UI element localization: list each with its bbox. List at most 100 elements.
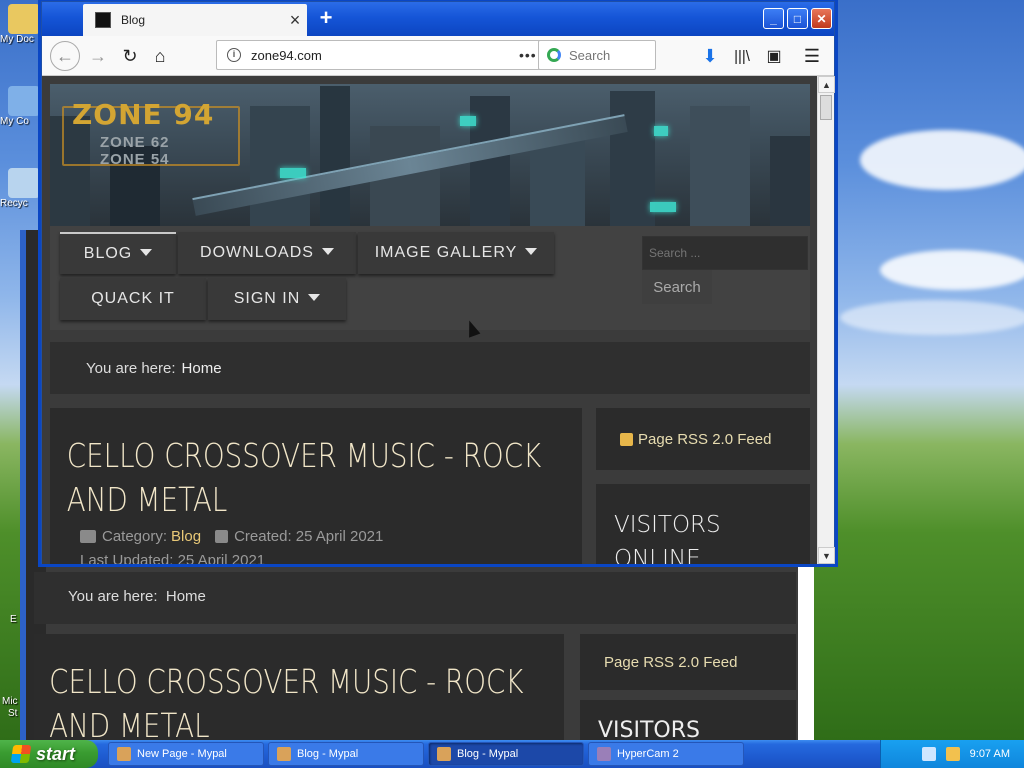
scroll-down-icon[interactable]: ▼ (818, 547, 835, 564)
article-title[interactable]: CELLO CROSSOVER MUSIC - ROCK AND METAL (50, 408, 571, 522)
chevron-down-icon (140, 249, 153, 256)
breadcrumb-home-link[interactable]: Home (182, 360, 222, 377)
desktop-icon-my-computer[interactable]: My Co (0, 86, 46, 127)
close-tab-icon[interactable]: × (283, 10, 307, 31)
rss-icon (620, 432, 633, 446)
category-label: Category: (102, 528, 168, 545)
keyboard-icon[interactable] (921, 747, 936, 761)
arrow-right-icon: → (89, 45, 107, 66)
title-bar[interactable]: Blog × + _ □ ✕ (42, 2, 834, 36)
library-icon: |||\ (734, 47, 750, 65)
site-logo-sub: ZONE 62 ZONE 54 (100, 134, 170, 168)
maximize-button[interactable]: □ (787, 8, 808, 29)
network-icon[interactable] (945, 747, 960, 761)
folder-icon (80, 530, 96, 543)
breadcrumb-home-link[interactable]: Home (166, 588, 206, 605)
neon-sign (654, 126, 668, 136)
article-meta: Category: Blog Created: 25 April 2021 (80, 528, 383, 545)
chevron-down-icon (308, 294, 321, 301)
cloud (880, 250, 1024, 290)
calendar-icon (215, 530, 229, 543)
taskbar-item[interactable]: HyperCam 2 (588, 742, 744, 766)
close-window-button[interactable]: ✕ (811, 8, 832, 29)
browser-window[interactable]: Blog × + _ □ ✕ ← → ↻ ⌂ i zone94.com ••• … (41, 1, 835, 564)
recycle-bin-icon (8, 168, 40, 198)
folder-icon (8, 4, 40, 34)
nav-image-gallery[interactable]: IMAGE GALLERY (358, 232, 554, 274)
category-link[interactable]: Blog (171, 528, 201, 545)
cloud (860, 130, 1024, 190)
nav-blog[interactable]: BLOG (60, 232, 176, 274)
start-button[interactable]: start (0, 740, 98, 768)
rss-link[interactable]: Page RSS 2.0 Feed (638, 431, 771, 448)
site-info-icon[interactable]: i (227, 48, 241, 62)
rss-link[interactable]: Page RSS 2.0 Feed (604, 654, 737, 671)
neon-sign (280, 168, 306, 178)
breadcrumb: You are here: Home (50, 342, 810, 394)
clock[interactable]: 9:07 AM (970, 748, 1010, 760)
forward-button[interactable]: → (84, 42, 112, 70)
nav-toolbar: ← → ↻ ⌂ i zone94.com ••• ☆ ⬇ |||\ ▣ ☰ (42, 36, 834, 76)
menu-button[interactable]: ☰ (798, 42, 826, 70)
sidebar-icon: ▣ (766, 48, 782, 65)
arrow-left-icon: ← (56, 45, 74, 66)
desktop-icon-label: Recyc (0, 198, 28, 209)
nav-sign-in[interactable]: SIGN IN (208, 278, 346, 320)
search-engine-icon (547, 48, 561, 62)
vertical-scrollbar[interactable]: ▲ ▼ (817, 76, 835, 564)
maximize-icon: □ (793, 11, 802, 26)
rss-box[interactable]: Page RSS 2.0 Feed (580, 634, 796, 690)
taskbar-item-active[interactable]: Blog - Mypal (428, 742, 584, 766)
back-button[interactable]: ← (50, 41, 80, 71)
scroll-up-icon[interactable]: ▲ (818, 76, 835, 93)
search-bar[interactable] (538, 40, 656, 70)
desktop-icon-recycle-bin[interactable]: Recyc (0, 168, 46, 209)
site-search-input[interactable] (642, 236, 808, 270)
visitors-box: VISITORS ONLINE (596, 484, 810, 564)
neon-sign (650, 202, 676, 212)
visitors-title: VISITORS ONLINE (614, 512, 721, 564)
nav-label: DOWNLOADS (200, 244, 314, 261)
search-input[interactable] (569, 47, 649, 63)
minimize-button[interactable]: _ (763, 8, 784, 29)
browser-icon (437, 747, 451, 761)
page-viewport[interactable]: ZONE 94 ZONE 62 ZONE 54 BLOG DOWNLOADS I… (42, 76, 818, 564)
computer-icon (8, 86, 40, 116)
site-logo[interactable]: ZONE 94 (72, 98, 214, 131)
task-label: Blog - Mypal (297, 748, 359, 760)
page-actions-button[interactable]: ••• (519, 47, 537, 63)
site-header-banner: ZONE 94 ZONE 62 ZONE 54 (50, 84, 810, 226)
nav-label: IMAGE GALLERY (374, 244, 518, 261)
hamburger-menu-icon: ☰ (803, 45, 821, 66)
site-favicon-icon (95, 12, 111, 28)
sidebar-button[interactable]: ▣ (760, 42, 788, 70)
nav-downloads[interactable]: DOWNLOADS (178, 232, 356, 274)
article-title[interactable]: CELLO CROSSOVER MUSIC - ROCK AND METAL (34, 634, 555, 740)
building (770, 136, 810, 226)
taskbar-item[interactable]: New Page - Mypal (108, 742, 264, 766)
logo-sub-line: ZONE 62 (100, 134, 170, 151)
taskbar-item[interactable]: Blog - Mypal (268, 742, 424, 766)
downloads-button[interactable]: ⬇ (696, 42, 724, 70)
library-button[interactable]: |||\ (728, 42, 756, 70)
address-bar[interactable]: i zone94.com ••• ☆ (216, 40, 572, 70)
url-text[interactable]: zone94.com (251, 48, 519, 63)
site-search-button[interactable]: Search (642, 270, 712, 304)
tab-blog[interactable]: Blog × (83, 4, 307, 36)
rss-box[interactable]: Page RSS 2.0 Feed (596, 408, 810, 470)
windows-logo-icon (10, 745, 32, 763)
nav-label: SIGN IN (233, 290, 301, 307)
scrollbar-track (798, 565, 814, 740)
scroll-thumb[interactable] (820, 95, 832, 120)
article-card: CELLO CROSSOVER MUSIC - ROCK AND METAL C… (50, 408, 582, 564)
start-label: start (36, 743, 76, 764)
new-tab-button[interactable]: + (314, 5, 338, 31)
home-button[interactable]: ⌂ (146, 42, 174, 70)
desktop-icon-my-documents[interactable]: My Doc (0, 4, 46, 45)
reload-button[interactable]: ↻ (116, 42, 144, 70)
article-card: CELLO CROSSOVER MUSIC - ROCK AND METAL (34, 634, 564, 740)
chevron-down-icon (525, 248, 538, 255)
visitors-title: VISITORS (598, 718, 700, 740)
breadcrumb-prefix: You are here: (68, 588, 158, 605)
nav-quack-it[interactable]: QUACK IT (60, 278, 206, 320)
